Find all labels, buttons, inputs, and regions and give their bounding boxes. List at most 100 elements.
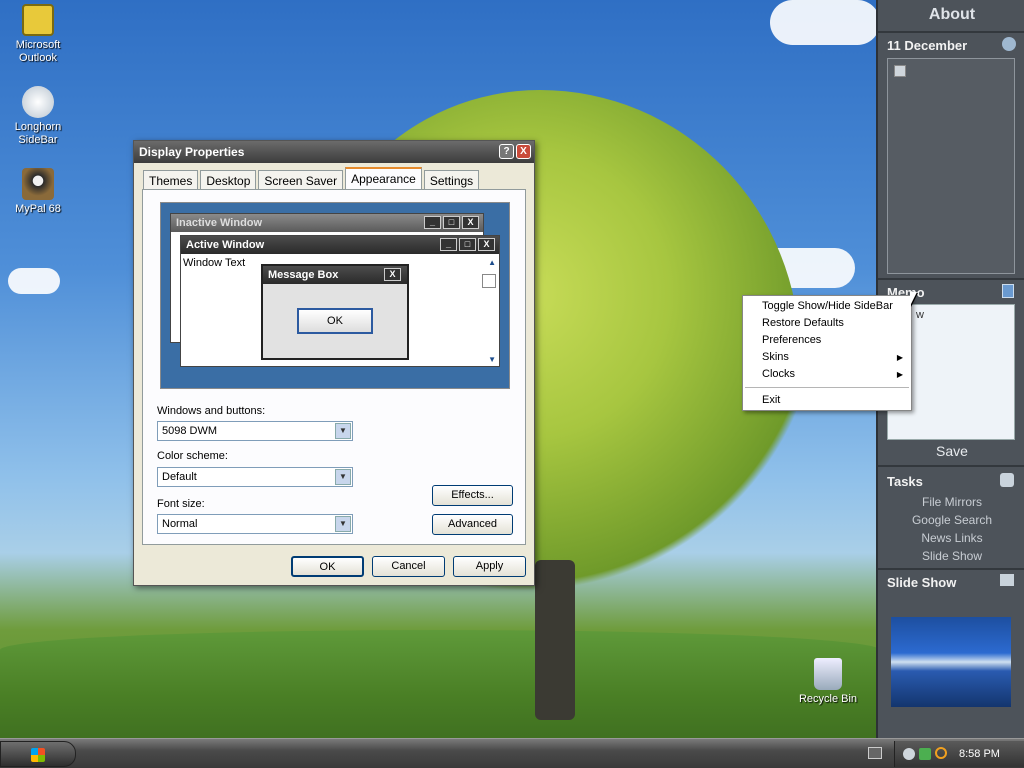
sidebar-divider (878, 278, 1024, 280)
dialog-title: Display Properties (139, 145, 245, 159)
memo-save-button[interactable]: Save (878, 443, 1024, 459)
menu-item-exit[interactable]: Exit (743, 392, 911, 409)
mouse-cursor-icon (910, 292, 917, 306)
appearance-panel: Inactive Window _ □ X Active Window _ □ X Wi… (142, 189, 526, 545)
taskbar: 8:58 PM (0, 738, 1024, 768)
menu-item-label: Restore Defaults (762, 317, 844, 329)
apply-button[interactable]: Apply (453, 556, 526, 577)
ok-button[interactable]: OK (291, 556, 364, 577)
task-link-file-mirrors[interactable]: File Mirrors (878, 495, 1024, 509)
outlook-icon (22, 4, 54, 36)
tab-themes[interactable]: Themes (143, 170, 199, 190)
close-icon: X (462, 216, 479, 229)
menu-item-label: Preferences (762, 334, 822, 346)
chevron-down-icon[interactable]: ▼ (335, 469, 351, 485)
desktop-icon-label: Recycle Bin (798, 693, 858, 705)
menu-separator (745, 387, 909, 388)
tab-screen-saver[interactable]: Screen Saver (258, 170, 344, 190)
desktop-icon-label: Longhorn (14, 121, 62, 133)
slideshow-icon[interactable] (1000, 574, 1014, 586)
taskbar-clock[interactable]: 8:58 PM (959, 741, 1000, 767)
recycle-bin-icon (814, 658, 842, 690)
help-button[interactable]: ? (499, 144, 514, 159)
tray-sidebar-icon[interactable] (903, 748, 915, 760)
keyboard-icon[interactable] (868, 747, 882, 759)
minimize-icon: _ (424, 216, 441, 229)
longhorn-sidebar-icon (22, 86, 54, 118)
chevron-down-icon[interactable]: ▼ (335, 423, 351, 439)
sidebar-divider (878, 568, 1024, 570)
preview-msgbox-title: Message Box (268, 269, 339, 281)
tab-settings[interactable]: Settings (423, 170, 480, 190)
slideshow-image[interactable] (891, 617, 1011, 707)
desktop-icon-recycle-bin[interactable]: Recycle Bin (790, 658, 866, 706)
scroll-down-icon: ▼ (488, 355, 496, 364)
tab-appearance[interactable]: Appearance (345, 167, 422, 190)
advanced-button[interactable]: Advanced (432, 514, 513, 535)
menu-item-label: Toggle Show/Hide SideBar (762, 300, 893, 312)
display-properties-dialog: Display Properties ? X Themes Desktop Sc… (133, 140, 535, 586)
calendar-icon[interactable] (1002, 37, 1016, 51)
font-size-label: Font size: (157, 498, 205, 510)
minimize-icon: _ (440, 238, 457, 251)
dialog-title-bar[interactable]: Display Properties ? X (134, 141, 534, 163)
memo-icon[interactable] (1002, 284, 1014, 298)
submenu-arrow-icon: ▶ (896, 370, 903, 379)
desktop-icon-label: SideBar (18, 134, 58, 146)
close-button[interactable]: X (516, 144, 531, 159)
desktop-icon-label: Outlook (19, 52, 57, 64)
menu-item-label: Skins (762, 351, 789, 363)
color-scheme-select[interactable]: Default ▼ (157, 467, 353, 487)
system-tray: 8:58 PM (894, 741, 1024, 767)
task-link-news-links[interactable]: News Links (878, 531, 1024, 545)
maximize-icon: □ (443, 216, 460, 229)
sidebar-slideshow-title: Slide Show (887, 575, 957, 590)
menu-item-label: Clocks (762, 368, 796, 380)
desktop-icon-label: Microsoft (15, 39, 61, 51)
maximize-icon: □ (459, 238, 476, 251)
tree-trunk (535, 560, 575, 720)
chevron-down-icon[interactable]: ▼ (335, 516, 351, 532)
sidebar-divider (878, 465, 1024, 467)
color-scheme-label: Color scheme: (157, 450, 228, 462)
effects-button[interactable]: Effects... (432, 485, 513, 506)
sidebar-tasks-title: Tasks (887, 474, 923, 489)
date-picture-frame (887, 58, 1015, 274)
desktop-icon-mypal[interactable]: MyPal 68 (0, 168, 76, 216)
font-size-select[interactable]: Normal ▼ (157, 514, 353, 534)
menu-item-restore-defaults[interactable]: Restore Defaults (743, 315, 911, 332)
start-button[interactable] (0, 741, 76, 767)
desktop-icon-outlook[interactable]: Microsoft Outlook (0, 4, 76, 65)
cancel-button[interactable]: Cancel (372, 556, 445, 577)
desktop: { "desktop": { "icons": [ {"label_line1"… (0, 0, 1024, 768)
desktop-icon-label: MyPal 68 (15, 203, 61, 215)
menu-item-skins[interactable]: Skins ▶ (743, 349, 911, 366)
desktop-icon-longhorn-sidebar[interactable]: Longhorn SideBar (0, 86, 76, 147)
tab-desktop[interactable]: Desktop (200, 170, 257, 190)
tray-network-icon[interactable] (919, 748, 931, 760)
tab-strip: Themes Desktop Screen Saver Appearance S… (143, 167, 481, 190)
menu-item-clocks[interactable]: Clocks ▶ (743, 366, 911, 383)
cloud (8, 268, 60, 294)
submenu-arrow-icon: ▶ (896, 353, 903, 362)
windows-buttons-select[interactable]: 5098 DWM ▼ (157, 421, 353, 441)
menu-item-label: Exit (762, 394, 781, 406)
preview-msgbox-ok: OK (297, 308, 373, 334)
tray-search-icon[interactable] (935, 747, 947, 759)
menu-item-toggle-sidebar[interactable]: Toggle Show/Hide SideBar (743, 298, 911, 315)
memo-text: w (916, 309, 924, 321)
sidebar-context-menu: Toggle Show/Hide SideBar Restore Default… (742, 295, 912, 411)
menu-item-preferences[interactable]: Preferences (743, 332, 911, 349)
sidebar-about[interactable]: About (878, 6, 1024, 24)
sidebar-divider (878, 31, 1024, 33)
scroll-thumb (482, 274, 496, 288)
task-link-slide-show[interactable]: Slide Show (878, 549, 1024, 563)
mypal-icon (22, 168, 54, 200)
cloud (770, 0, 880, 45)
preview-inactive-title: Inactive Window (176, 217, 263, 229)
windows-buttons-label: Windows and buttons: (157, 405, 266, 417)
close-icon: X (478, 238, 495, 251)
task-link-google-search[interactable]: Google Search (878, 513, 1024, 527)
preview-window-text: Window Text (183, 257, 246, 269)
tasks-icon[interactable] (1000, 473, 1014, 487)
